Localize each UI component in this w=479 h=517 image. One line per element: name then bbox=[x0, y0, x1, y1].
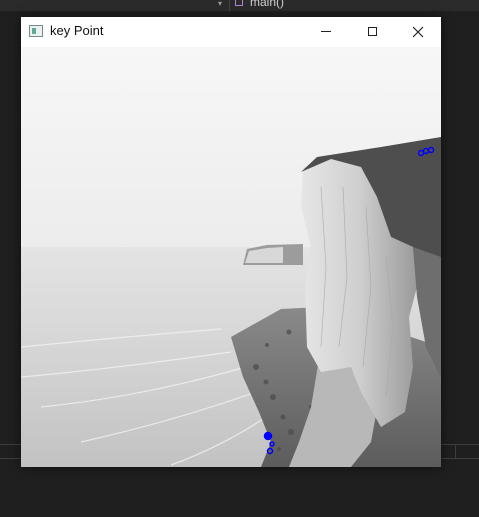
close-button[interactable] bbox=[395, 17, 441, 46]
toolbar-divider bbox=[229, 0, 230, 11]
minimize-icon bbox=[321, 31, 331, 32]
close-icon bbox=[412, 26, 424, 37]
minimize-button[interactable] bbox=[303, 17, 349, 46]
maximize-icon bbox=[367, 27, 377, 36]
app-window-icon bbox=[29, 25, 43, 37]
panel-divider bbox=[455, 444, 456, 458]
chevron-down-icon[interactable]: ▾ bbox=[218, 0, 222, 8]
window-title: key Point bbox=[50, 23, 104, 38]
keypoint-window[interactable]: key Point bbox=[21, 17, 441, 467]
function-icon bbox=[235, 0, 243, 6]
image-viewport bbox=[21, 47, 441, 467]
keypoint-marker bbox=[263, 431, 273, 441]
ide-toolbar: ▾ main() bbox=[0, 0, 479, 11]
function-selector[interactable]: main() bbox=[250, 0, 284, 9]
cliff-photo bbox=[21, 47, 441, 467]
maximize-button[interactable] bbox=[349, 17, 395, 46]
window-titlebar[interactable]: key Point bbox=[21, 17, 441, 48]
